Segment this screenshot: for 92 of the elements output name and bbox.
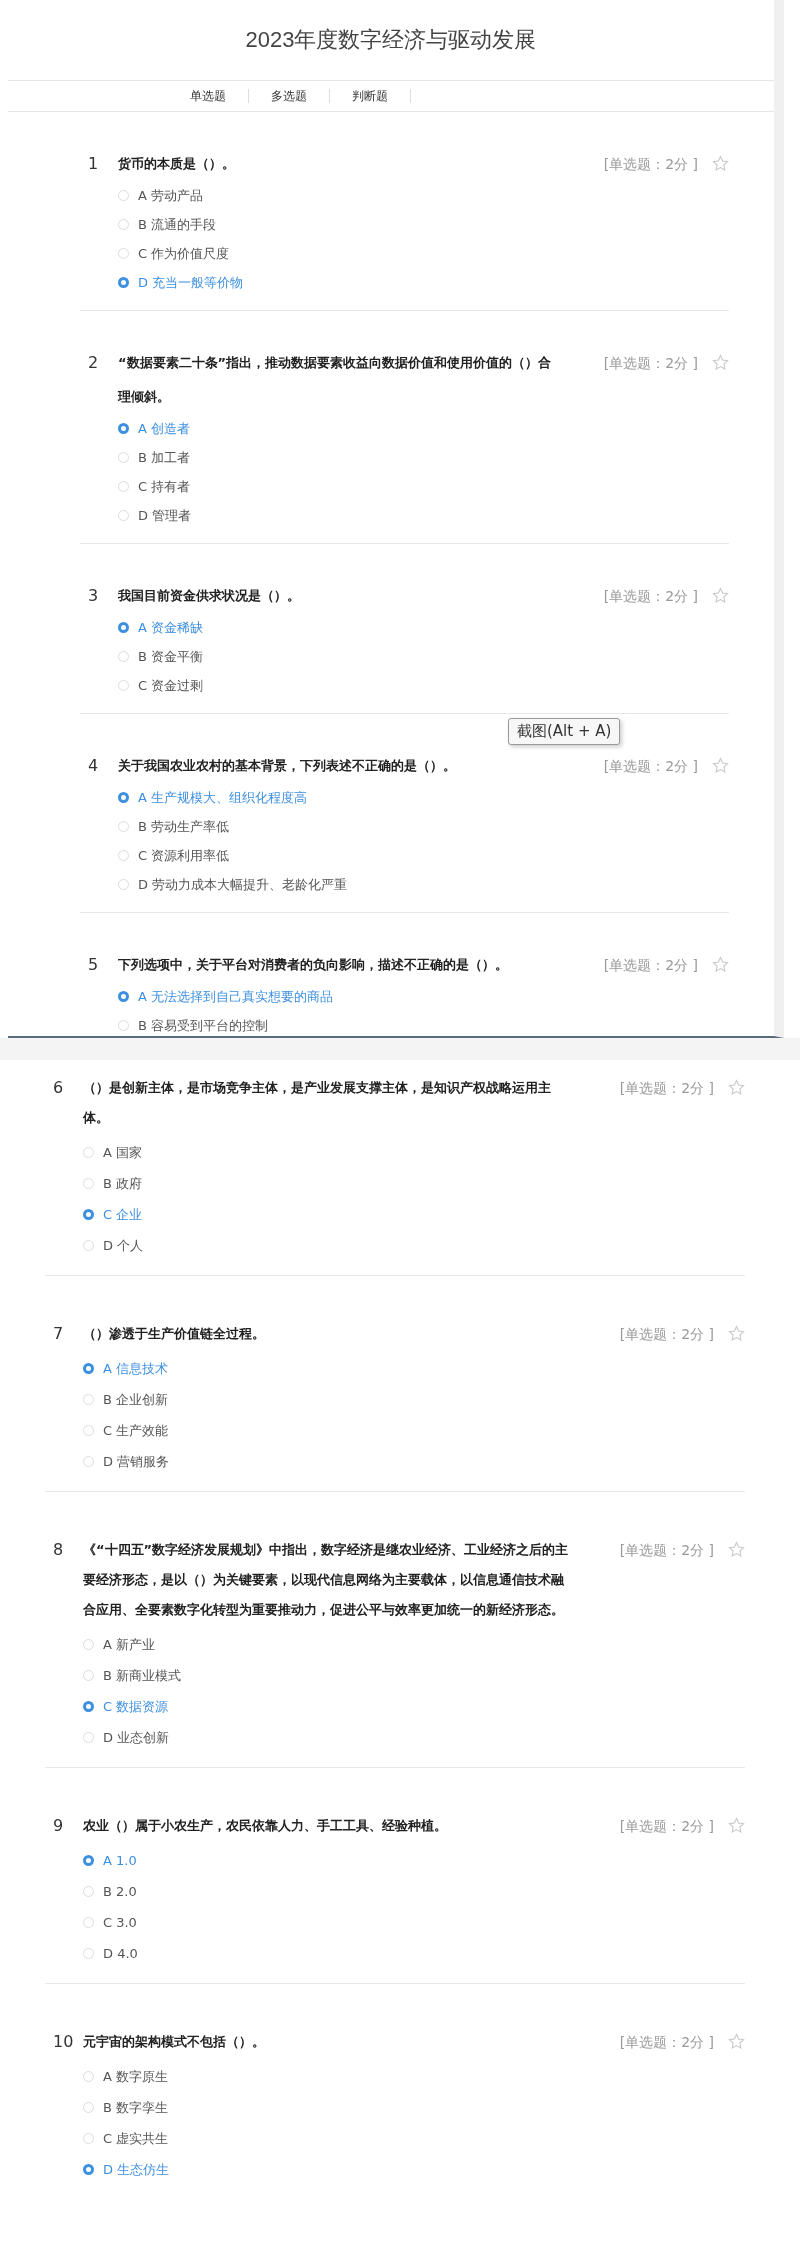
star-icon[interactable] — [728, 1079, 745, 1096]
star-icon[interactable] — [728, 1817, 745, 1834]
question-text: “数据要素二十条”指出，推动数据要素收益向数据价值和使用价值的（）合理倾斜。 — [118, 354, 553, 406]
option-label: D 个人 — [103, 1236, 144, 1255]
star-icon[interactable] — [712, 757, 729, 774]
option-label: D 管理者 — [138, 506, 192, 525]
radio-button[interactable] — [118, 277, 129, 288]
tooltip: 截图(Alt + A) — [508, 718, 621, 745]
option-label: B 资金平衡 — [138, 647, 204, 666]
star-icon[interactable] — [712, 155, 729, 172]
option-label: B 数字孪生 — [103, 2098, 169, 2117]
question-score: [单选题：2分 ] — [603, 587, 698, 606]
radio-button[interactable] — [83, 1209, 94, 1220]
star-icon[interactable] — [728, 1541, 745, 1558]
question-score: [单选题：2分 ] — [619, 1541, 714, 1560]
radio-button[interactable] — [118, 622, 129, 633]
star-icon[interactable] — [712, 354, 729, 371]
option-label: A 1.0 — [103, 1853, 137, 1868]
question-type-tab[interactable]: 判断题 — [330, 89, 411, 103]
option-label: C 生产效能 — [103, 1421, 169, 1440]
option-label: B 加工者 — [138, 448, 191, 467]
question-text: 货币的本质是（）。 — [118, 155, 236, 173]
question-number: 5 — [87, 954, 100, 976]
radio-button[interactable] — [83, 1855, 94, 1866]
question-text: 关于我国农业农村的基本背景，下列表述不正确的是（）。 — [118, 757, 457, 775]
option-label: C 资源利用率低 — [138, 846, 230, 865]
question-text: （）渗透于生产价值链全过程。 — [83, 1325, 266, 1343]
option-label: A 劳动产品 — [138, 186, 204, 205]
option-label: D 生态仿生 — [103, 2160, 170, 2179]
question-text: 《“十四五”数字经济发展规划》中指出，数字经济是继农业经济、工业经济之后的主要经济形态，是以（）为关键要素，以现代信息网络为主要载体，以信息通信技术融合应用、全要素数字化转型为重要推动力，促进公平与效率更加统一的新经济形态。 — [83, 1541, 570, 1619]
question-score: [单选题：2分 ] — [619, 1079, 714, 1098]
star-icon[interactable] — [712, 956, 729, 973]
question-text: 下列选项中，关于平台对消费者的负向影响，描述不正确的是（）。 — [118, 956, 509, 974]
option-label: A 资金稀缺 — [138, 618, 204, 637]
option-label: B 流通的手段 — [138, 215, 217, 234]
star-icon[interactable] — [728, 1325, 745, 1342]
option-label: C 数据资源 — [103, 1697, 169, 1716]
question-number: 7 — [52, 1323, 65, 1345]
option-label: B 容易受到平台的控制 — [138, 1016, 269, 1035]
option-label: A 新产业 — [103, 1635, 156, 1654]
radio-button[interactable] — [83, 1701, 94, 1712]
radio-button[interactable] — [118, 792, 129, 803]
option-label: C 虚实共生 — [103, 2129, 169, 2148]
question-number: 10 — [52, 2031, 75, 2053]
question-score: [单选题：2分 ] — [603, 757, 698, 776]
option-label: D 4.0 — [103, 1946, 138, 1961]
option-label: A 创造者 — [138, 419, 191, 438]
option-label: A 信息技术 — [103, 1359, 169, 1378]
option-label: C 持有者 — [138, 477, 191, 496]
question-number: 2 — [87, 352, 100, 374]
option-label: C 企业 — [103, 1205, 143, 1224]
question-score: [单选题：2分 ] — [603, 354, 698, 373]
question-score: [单选题：2分 ] — [619, 1325, 714, 1344]
question-text: 元宇宙的架构模式不包括（）。 — [83, 2033, 266, 2051]
option-label: B 政府 — [103, 1174, 143, 1193]
option-label: C 3.0 — [103, 1915, 137, 1930]
option-label: A 无法选择到自己真实想要的商品 — [138, 987, 334, 1006]
option-label: B 2.0 — [103, 1884, 137, 1899]
option-label: D 营销服务 — [103, 1452, 170, 1471]
question-number: 8 — [52, 1539, 65, 1561]
option-label: D 劳动力成本大幅提升、老龄化严重 — [138, 875, 348, 894]
option-label: B 劳动生产率低 — [138, 817, 230, 836]
question-text: 农业（）属于小农生产，农民依靠人力、手工工具、经验种植。 — [83, 1817, 448, 1835]
question-score: [单选题：2分 ] — [619, 1817, 714, 1836]
question-type-tab[interactable]: 多选题 — [249, 89, 330, 103]
option-label: C 资金过剩 — [138, 676, 204, 695]
question-score: [单选题：2分 ] — [603, 956, 698, 975]
question-text: 我国目前资金供求状况是（）。 — [118, 587, 301, 605]
option-label: D 业态创新 — [103, 1728, 170, 1747]
question-number: 1 — [87, 153, 100, 175]
radio-button[interactable] — [118, 991, 129, 1002]
radio-button[interactable] — [118, 423, 129, 434]
question-number: 9 — [52, 1815, 65, 1837]
radio-button[interactable] — [83, 1363, 94, 1374]
option-label: A 数字原生 — [103, 2067, 169, 2086]
question-number: 3 — [87, 585, 100, 607]
radio-button[interactable] — [83, 2164, 94, 2175]
star-icon[interactable] — [712, 587, 729, 604]
option-label: B 企业创新 — [103, 1390, 169, 1409]
option-label: A 国家 — [103, 1143, 143, 1162]
option-label: B 新商业模式 — [103, 1666, 182, 1685]
option-label: D 充当一般等价物 — [138, 273, 244, 292]
question-score: [单选题：2分 ] — [603, 155, 698, 174]
question-type-tab[interactable]: 单选题 — [168, 89, 249, 103]
question-score: [单选题：2分 ] — [619, 2033, 714, 2052]
option-label: A 生产规模大、组织化程度高 — [138, 788, 308, 807]
question-number: 6 — [52, 1077, 65, 1099]
page-title: 2023年度数字经济与驱动发展 — [245, 26, 537, 54]
option-label: C 作为价值尺度 — [138, 244, 230, 263]
question-number: 4 — [87, 755, 100, 777]
question-text: （）是创新主体，是市场竞争主体，是产业发展支撑主体，是知识产权战略运用主体。 — [83, 1079, 552, 1127]
star-icon[interactable] — [728, 2033, 745, 2050]
